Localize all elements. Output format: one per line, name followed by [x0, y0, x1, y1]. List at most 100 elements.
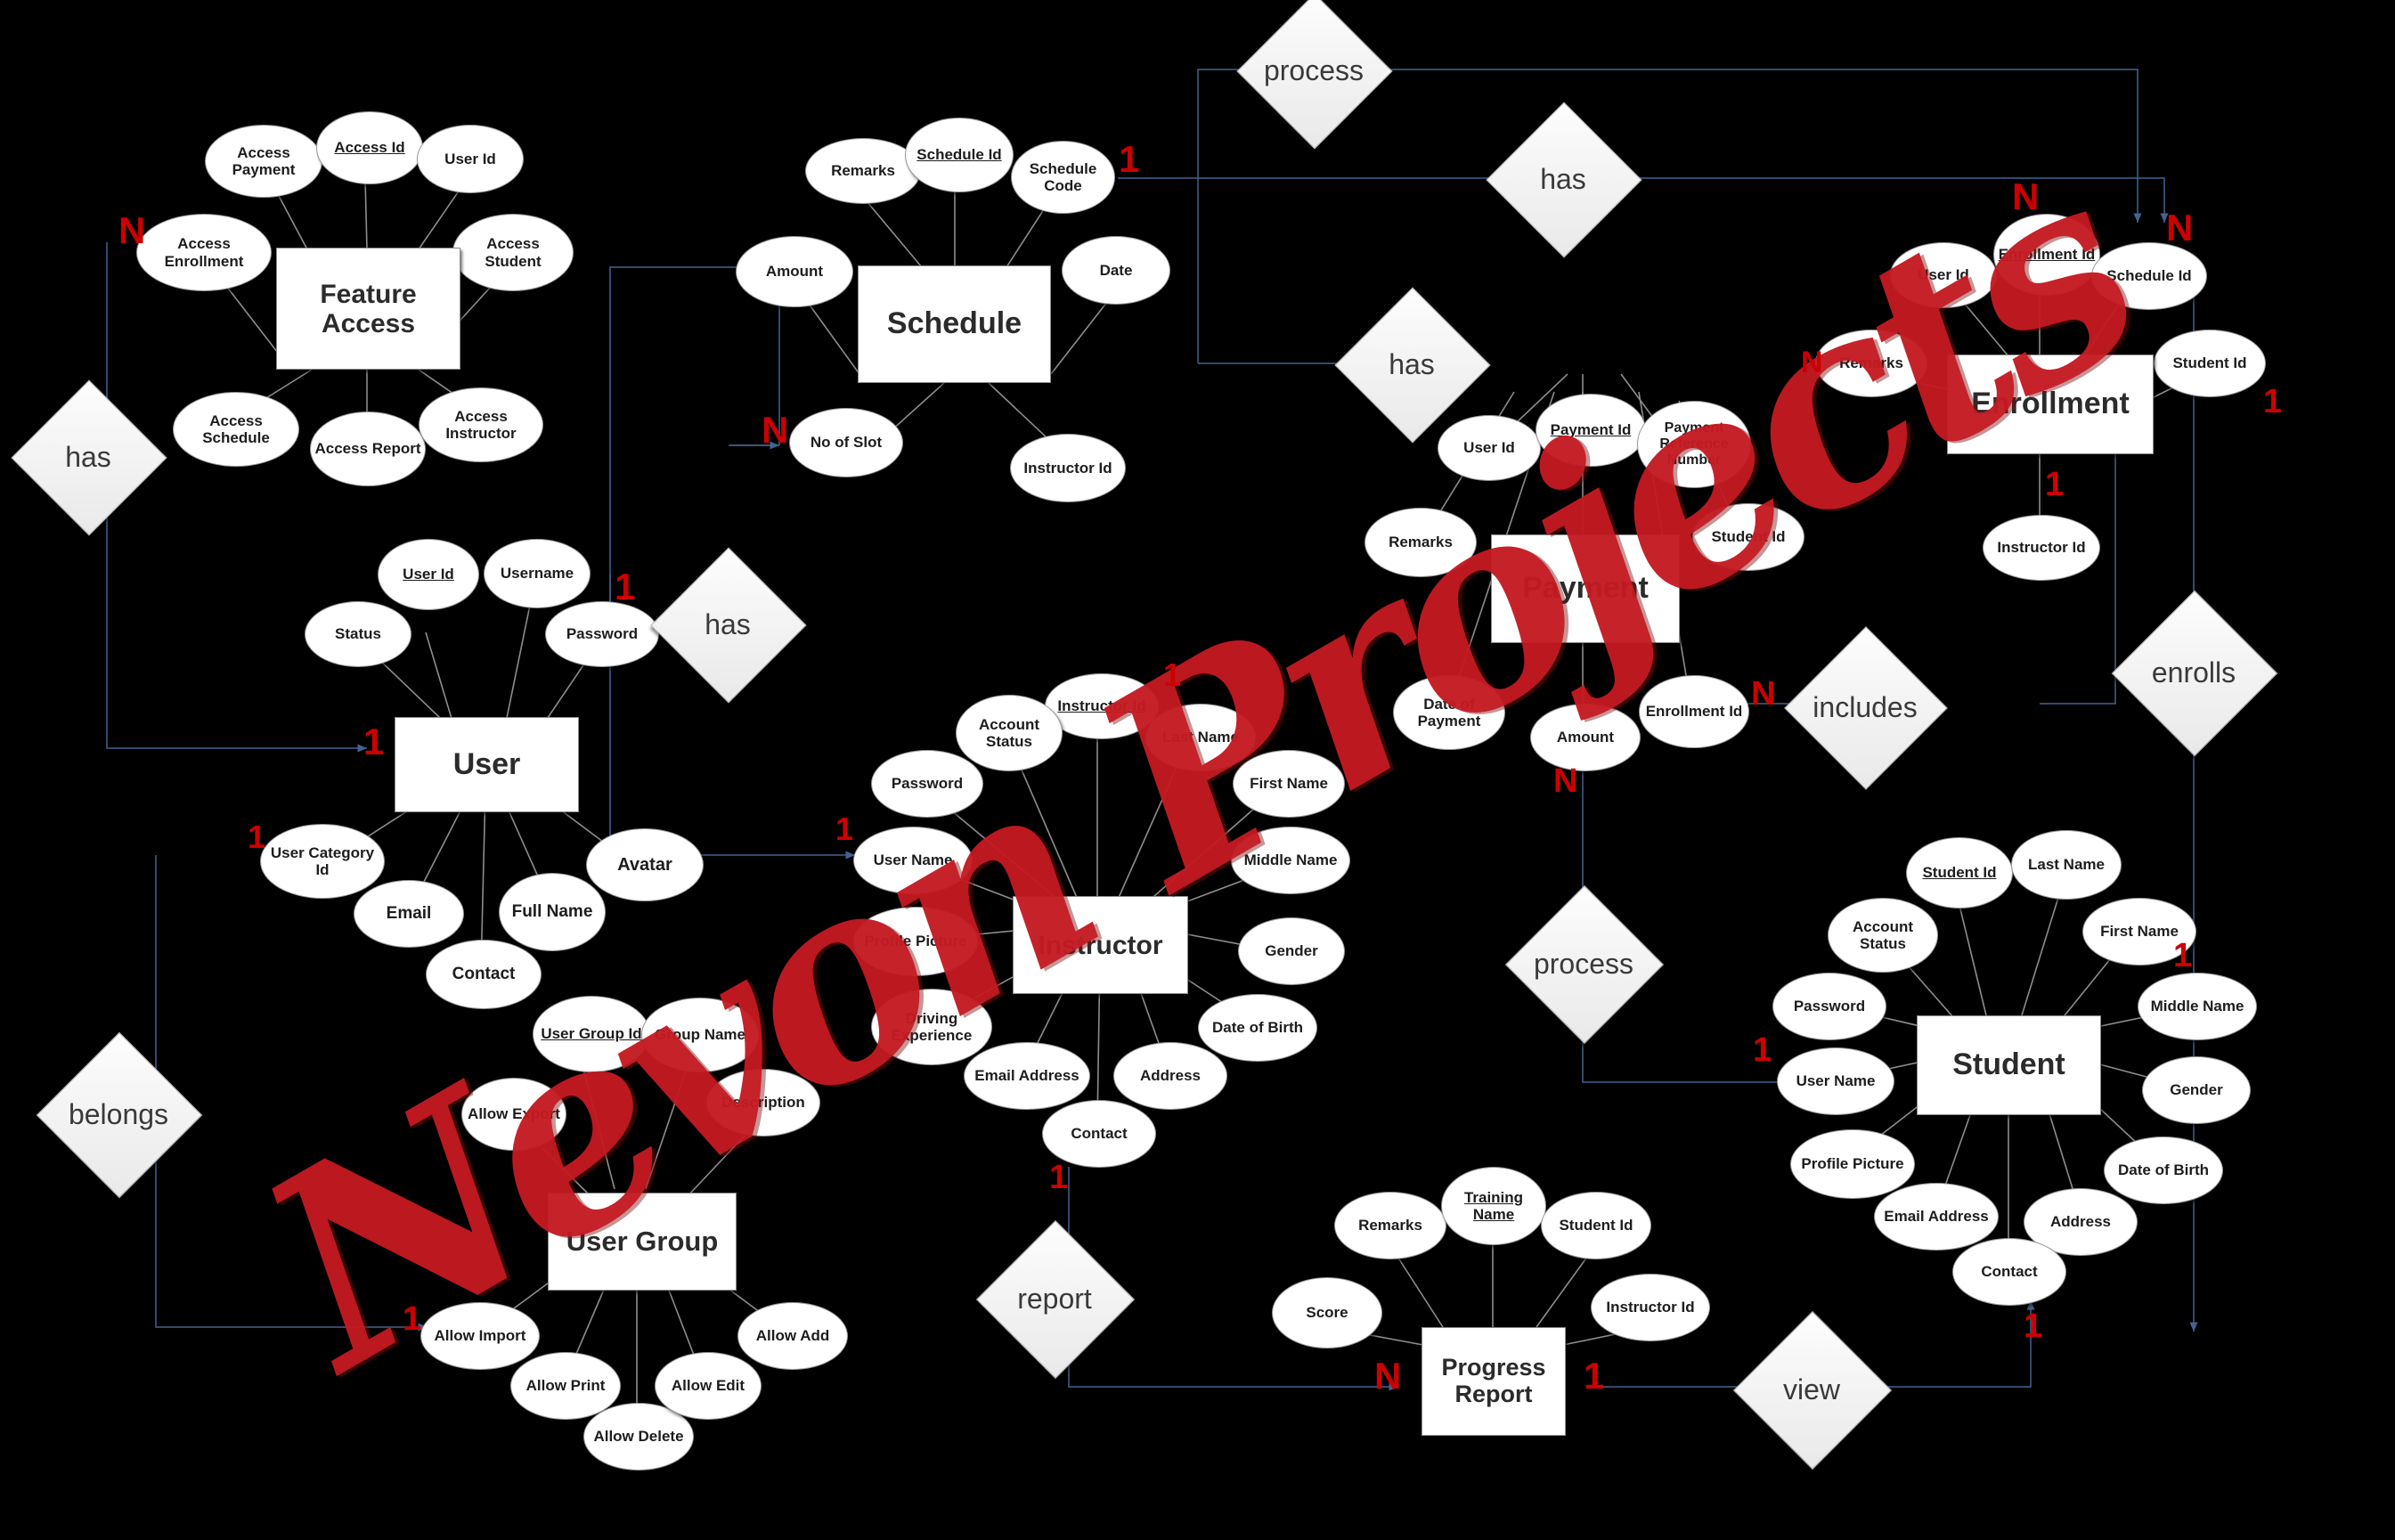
attr-student-account-status[interactable]: Account Status [1828, 898, 1938, 973]
attr-schedule-schedule-code[interactable]: Schedule Code [1011, 141, 1115, 214]
relationship-includes[interactable]: includes [1784, 626, 1948, 790]
attr-user-category-id[interactable]: User Category Id [260, 824, 385, 899]
attr-enrollment-enrollment-id[interactable]: Enrollment Id [1993, 214, 2100, 296]
entity-payment[interactable]: Payment [1491, 534, 1680, 643]
attr-student-last-name[interactable]: Last Name [2011, 830, 2122, 900]
attr-progress-report-score[interactable]: Score [1272, 1277, 1382, 1349]
attr-user-group-allow-export[interactable]: Allow Export [461, 1078, 566, 1151]
attr-student-date-of-birth[interactable]: Date of Birth [2104, 1137, 2223, 1204]
attr-user-group-allow-import[interactable]: Allow Import [420, 1302, 540, 1370]
attr-user-full-name[interactable]: Full Name [499, 873, 606, 951]
cardinality-feature-access-has: N [118, 209, 146, 251]
relationship-enrolls[interactable]: enrolls [2111, 590, 2278, 757]
attr-instructor-first-name[interactable]: First Name [1233, 750, 1345, 818]
attr-feature-access-access-schedule[interactable]: Access Schedule [173, 392, 299, 467]
attr-instructor-profile-picture[interactable]: Profile Picture [853, 907, 978, 976]
attr-instructor-password[interactable]: Password [871, 750, 983, 818]
cardinality-progress-report-left-n: N [1374, 1355, 1402, 1397]
attr-feature-access-access-instructor[interactable]: Access Instructor [419, 387, 543, 462]
attr-user-group-allow-add[interactable]: Allow Add [737, 1302, 848, 1370]
attr-progress-report-remarks[interactable]: Remarks [1334, 1192, 1446, 1259]
attr-student-password[interactable]: Password [1772, 973, 1886, 1040]
attr-payment-date-of-payment[interactable]: Date of Payment [1393, 675, 1505, 750]
attr-payment-user-id[interactable]: User Id [1438, 415, 1541, 481]
entity-label-enrollment: Enrollment [1971, 387, 2130, 421]
attr-user-group-description[interactable]: Description [706, 1069, 820, 1137]
entity-label-payment: Payment [1522, 571, 1649, 606]
attr-schedule-remarks[interactable]: Remarks [805, 138, 921, 204]
relationship-has-top[interactable]: has [1486, 102, 1642, 258]
attr-payment-student-id[interactable]: Student Id [1692, 503, 1804, 571]
attr-enrollment-student-id[interactable]: Student Id [2154, 330, 2266, 397]
attr-progress-report-student-id[interactable]: Student Id [1541, 1192, 1651, 1259]
entity-user[interactable]: User [395, 717, 579, 812]
attr-enrollment-remarks[interactable]: Remarks [1815, 330, 1927, 397]
attr-student-user-name[interactable]: User Name [1777, 1047, 1894, 1115]
attr-progress-report-instructor-id[interactable]: Instructor Id [1591, 1274, 1710, 1341]
entity-label-feature-access: Feature Access [320, 279, 417, 338]
attr-schedule-instructor-id[interactable]: Instructor Id [1010, 434, 1126, 502]
entity-enrollment[interactable]: Enrollment [1947, 354, 2154, 454]
attr-schedule-date[interactable]: Date [1062, 236, 1170, 305]
attr-schedule-schedule-id[interactable]: Schedule Id [905, 118, 1014, 192]
attr-payment-payment-id[interactable]: Payment Id [1536, 394, 1646, 467]
attr-feature-access-access-student[interactable]: Access Student [452, 214, 574, 291]
attr-enrollment-user-id[interactable]: User Id [1890, 242, 1997, 308]
attr-feature-access-access-enrollment[interactable]: Access Enrollment [136, 214, 272, 291]
attr-schedule-amount[interactable]: Amount [736, 236, 853, 307]
attr-instructor-middle-name[interactable]: Middle Name [1231, 827, 1350, 894]
attr-student-email-address[interactable]: Email Address [1874, 1183, 1999, 1251]
attr-student-profile-picture[interactable]: Profile Picture [1790, 1129, 1915, 1199]
attr-user-group-id[interactable]: User Group Id [533, 996, 650, 1072]
entity-user-group[interactable]: User Group [548, 1193, 737, 1291]
attr-user-contact[interactable]: Contact [426, 940, 542, 1009]
attr-instructor-last-name[interactable]: Last Name [1145, 704, 1256, 771]
entity-progress-report[interactable]: Progress Report [1422, 1327, 1566, 1436]
attr-feature-access-user-id[interactable]: User Id [417, 125, 524, 193]
attr-payment-enrollment-id[interactable]: Enrollment Id [1639, 675, 1749, 748]
attr-instructor-driving-experience[interactable]: Driving Experience [871, 989, 992, 1065]
attr-payment-reference-number[interactable]: Payment Reference Number [1637, 401, 1751, 488]
relationship-process-top[interactable]: process [1236, 0, 1393, 150]
attr-user-username[interactable]: Username [484, 539, 591, 608]
attr-payment-remarks[interactable]: Remarks [1364, 508, 1477, 577]
attr-user-password[interactable]: Password [545, 601, 659, 667]
relationship-has-left[interactable]: has [11, 379, 167, 536]
attr-user-user-id[interactable]: User Id [378, 539, 479, 610]
attr-instructor-gender[interactable]: Gender [1238, 917, 1345, 985]
attr-user-group-allow-edit[interactable]: Allow Edit [655, 1352, 762, 1420]
attr-feature-access-access-payment[interactable]: Access Payment [205, 125, 322, 198]
attr-user-avatar[interactable]: Avatar [586, 828, 704, 901]
attr-instructor-address[interactable]: Address [1113, 1042, 1227, 1110]
entity-student[interactable]: Student [1917, 1015, 2101, 1115]
cardinality-enrollment-id-n: N [2012, 175, 2040, 217]
relationship-view[interactable]: view [1732, 1310, 1893, 1471]
attr-instructor-account-status[interactable]: Account Status [956, 695, 1063, 771]
attr-schedule-no-of-slot[interactable]: No of Slot [789, 408, 903, 477]
attr-feature-access-access-id[interactable]: Access Id [316, 111, 423, 184]
attr-instructor-email-address[interactable]: Email Address [964, 1042, 1090, 1110]
relationship-has-payment[interactable]: has [1334, 287, 1491, 444]
attr-student-middle-name[interactable]: Middle Name [2138, 973, 2257, 1040]
attr-user-email[interactable]: Email [354, 880, 464, 948]
relationship-process-mid[interactable]: process [1504, 884, 1665, 1045]
relationship-has-user[interactable]: has [650, 547, 807, 704]
attr-instructor-contact[interactable]: Contact [1042, 1100, 1156, 1168]
attr-user-group-group-name[interactable]: Group Name [641, 998, 759, 1072]
attr-user-status[interactable]: Status [305, 601, 411, 667]
attr-student-contact[interactable]: Contact [1952, 1238, 2066, 1306]
attr-enrollment-schedule-id[interactable]: Schedule Id [2091, 242, 2207, 310]
relationship-report[interactable]: report [975, 1219, 1136, 1380]
attr-enrollment-instructor-id[interactable]: Instructor Id [1983, 515, 2100, 581]
entity-instructor[interactable]: Instructor [1013, 896, 1188, 994]
attr-payment-amount[interactable]: Amount [1530, 704, 1641, 771]
attr-student-gender[interactable]: Gender [2142, 1056, 2251, 1124]
attr-feature-access-access-report[interactable]: Access Report [310, 411, 426, 486]
attr-instructor-user-name[interactable]: User Name [853, 827, 973, 894]
attr-student-student-id[interactable]: Student Id [1906, 837, 2013, 909]
entity-feature-access[interactable]: Feature Access [276, 248, 460, 370]
attr-progress-report-training-name[interactable]: Training Name [1441, 1167, 1546, 1245]
entity-schedule[interactable]: Schedule [858, 265, 1051, 383]
relationship-belongs[interactable]: belongs [36, 1031, 203, 1199]
attr-instructor-date-of-birth[interactable]: Date of Birth [1198, 994, 1317, 1062]
